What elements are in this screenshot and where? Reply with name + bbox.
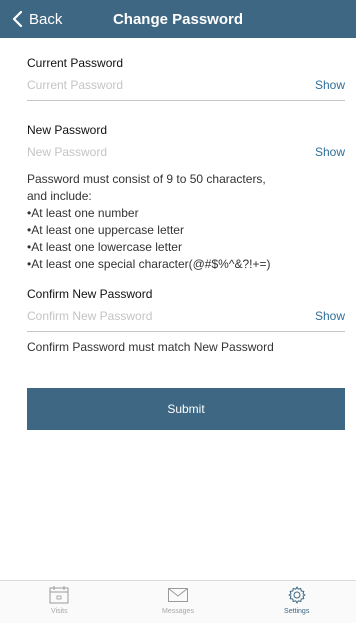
show-confirm-password-button[interactable]: Show (315, 309, 345, 323)
rule-item: •At least one uppercase letter (27, 223, 184, 237)
confirm-password-input[interactable] (27, 309, 307, 323)
envelope-icon (168, 588, 188, 602)
change-password-form: Current Password Show New Password Show … (0, 56, 356, 430)
tab-bar: Visits Messages Settings (0, 580, 356, 623)
page-title: Change Password (112, 11, 244, 28)
rule-item: •At least one special character(@#$%^&?!… (27, 257, 271, 271)
tab-messages-label: Messages (162, 608, 194, 615)
tab-settings-label: Settings (284, 608, 310, 615)
current-password-row: Show (27, 70, 345, 101)
current-password-input[interactable] (27, 78, 307, 92)
show-current-password-button[interactable]: Show (315, 78, 345, 92)
confirm-password-row: Show (27, 301, 345, 332)
rules-intro-line-2: and include: (27, 189, 92, 203)
new-password-row: Show (27, 137, 345, 167)
new-password-label: New Password (27, 123, 108, 137)
password-rules: Password must consist of 9 to 50 charact… (27, 171, 345, 273)
confirm-password-label: Confirm New Password (27, 287, 153, 301)
rule-item: •At least one lowercase letter (27, 240, 182, 254)
confirm-password-hint: Confirm Password must match New Password (27, 340, 274, 354)
rule-item: •At least one number (27, 206, 139, 220)
calendar-icon (49, 586, 69, 604)
tab-messages[interactable]: Messages (119, 581, 238, 623)
tab-settings[interactable]: Settings (237, 581, 356, 623)
tab-visits-label: Visits (51, 608, 68, 615)
tab-visits[interactable]: Visits (0, 581, 119, 623)
current-password-label: Current Password (27, 56, 124, 70)
new-password-input[interactable] (27, 145, 307, 159)
nav-bar: Back Change Password (0, 0, 356, 38)
gear-icon (288, 586, 306, 604)
show-new-password-button[interactable]: Show (315, 145, 345, 159)
submit-button[interactable]: Submit (27, 388, 345, 430)
rules-intro-line-1: Password must consist of 9 to 50 charact… (27, 172, 266, 186)
